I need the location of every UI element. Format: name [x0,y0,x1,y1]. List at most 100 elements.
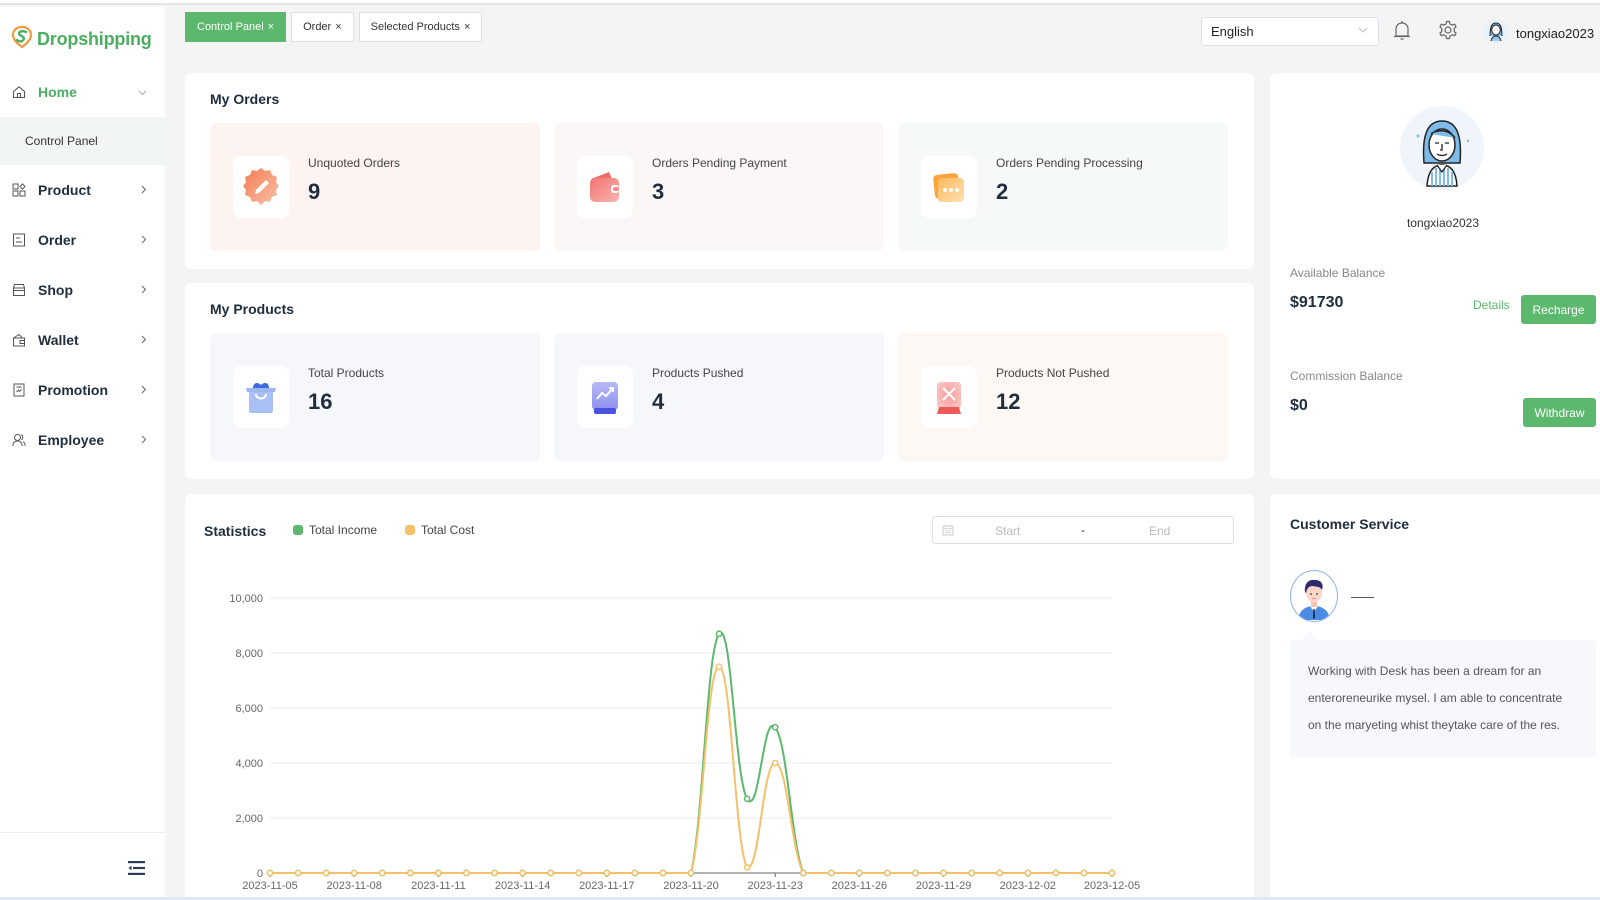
stat-label: Orders Pending Processing [996,156,1143,170]
agent-avatar[interactable] [1290,570,1338,622]
chevron-right-icon [141,233,147,247]
sidebar-menu: Home Control Panel Product Order Shop Wa… [0,67,165,465]
profile-username: tongxiao2023 [1406,216,1480,230]
employee-icon [12,433,26,447]
statistics-card: Statistics [185,494,1254,897]
statistics-title: Statistics [204,523,267,539]
product-grid-icon [12,183,26,197]
chevron-right-icon [141,333,147,347]
sidebar-item-home[interactable]: Home [0,67,165,117]
recharge-button[interactable]: Recharge [1521,295,1596,324]
legend-swatch-cost [405,525,415,535]
menu-fold-icon[interactable] [128,861,145,880]
settings-gear-icon[interactable] [1438,20,1458,45]
brand-name: Dropshipping [37,28,152,49]
brand-logo[interactable]: Dropshipping [10,19,152,59]
wallet-red-icon [577,156,633,218]
my-products-card: My Products Total Products 16 Products P… [185,283,1254,479]
sidebar-item-wallet[interactable]: Wallet [0,315,165,365]
customer-service-message: Working with Desk has been a dream for a… [1290,632,1596,758]
legend-total-cost[interactable]: Total Cost [405,523,474,537]
date-start-input[interactable]: Start [995,524,1020,538]
date-range-picker[interactable]: Start - End [932,516,1234,544]
sidebar-item-label: Promotion [38,382,108,398]
stat-value: 2 [996,179,1009,204]
stat-total-products[interactable]: Total Products 16 [210,333,540,461]
home-icon [12,85,26,99]
shop-icon [12,283,26,297]
notification-bell-icon[interactable] [1392,20,1412,47]
stat-label: Products Pushed [652,366,744,380]
stat-products-not-pushed[interactable]: Products Not Pushed 12 [898,333,1228,461]
sidebar-subitem-control-panel[interactable]: Control Panel [0,117,165,165]
sidebar-item-promotion[interactable]: Promotion [0,365,165,415]
tab-label: Control Panel [197,21,264,33]
sidebar-item-label: Wallet [38,332,79,348]
chevron-right-icon [141,383,147,397]
stat-label: Orders Pending Payment [652,156,787,170]
date-range-separator: - [1081,523,1085,537]
stat-orders-pending-payment[interactable]: Orders Pending Payment 3 [554,123,884,251]
available-balance-label: Available Balance [1290,266,1386,280]
legend-label: Total Cost [421,523,475,537]
stat-label: Products Not Pushed [996,366,1110,380]
language-select[interactable]: English [1201,17,1379,46]
close-icon[interactable]: × [268,21,274,33]
user-menu[interactable]: tongxiao2023 [1484,18,1594,49]
customer-service-title: Customer Service [1290,516,1410,532]
sidebar-item-order[interactable]: Order [0,215,165,265]
sidebar-item-label: Product [38,182,91,198]
chat-dots-icon [921,156,977,218]
user-avatar [1484,18,1508,49]
chevron-right-icon [141,433,147,447]
commission-balance-label: Commission Balance [1290,369,1403,383]
sidebar-item-product[interactable]: Product [0,165,165,215]
tab-control-panel[interactable]: Control Panel × [185,12,287,42]
promotion-icon [12,383,26,397]
stat-value: 9 [308,179,321,204]
close-icon[interactable]: × [335,21,341,33]
header-username: tongxiao2023 [1516,26,1595,41]
commission-balance-value: $0 [1290,397,1308,414]
stat-unquoted-orders[interactable]: Unquoted Orders 9 [210,123,540,251]
tab-selected-products[interactable]: Selected Products × [358,12,483,42]
tab-label: Order [303,21,332,33]
order-doc-icon [12,233,26,247]
sidebar-item-label: Home [38,84,77,100]
sidebar-item-shop[interactable]: Shop [0,265,165,315]
my-products-title: My Products [210,301,295,317]
chevron-right-icon [141,183,147,197]
tab-label: Selected Products [370,21,460,33]
shopping-bag-icon [233,366,289,428]
stat-orders-pending-processing[interactable]: Orders Pending Processing 2 [898,123,1228,251]
profile-avatar[interactable] [1400,106,1484,190]
legend-label: Total Income [309,523,378,537]
chevron-down-icon [1358,25,1368,36]
sidebar-item-label: Order [38,232,77,248]
stat-value: 16 [308,389,333,414]
sidebar-item-label: Employee [38,432,105,448]
stat-value: 12 [996,389,1021,414]
window-top-edge [0,0,1600,5]
my-orders-title: My Orders [210,91,280,107]
sidebar-item-employee[interactable]: Employee [0,415,165,465]
sidebar: Dropshipping Home Control Panel Product [0,7,165,897]
details-link[interactable]: Details [1473,298,1510,312]
stat-value: 3 [652,179,665,204]
close-icon[interactable]: × [464,21,470,33]
profile-card: tongxiao2023 Available Balance $91730 De… [1270,73,1600,479]
available-balance-value: $91730 [1290,294,1344,311]
edit-badge-icon [233,156,289,218]
tab-order[interactable]: Order × [291,12,354,42]
sidebar-item-label: Shop [38,282,73,298]
dropshipping-logo-icon [10,25,34,54]
legend-total-income[interactable]: Total Income [293,523,377,537]
stat-products-pushed[interactable]: Products Pushed 4 [554,333,884,461]
customer-service-card: Customer Service —— Working with Desk ha… [1270,494,1600,897]
stat-label: Unquoted Orders [308,156,401,170]
date-end-input[interactable]: End [1149,524,1170,538]
my-orders-card: My Orders Unquoted Orders 9 Orders Pendi… [185,73,1254,269]
agent-name [1351,597,1374,598]
wallet-icon [12,333,26,347]
withdraw-button[interactable]: Withdraw [1523,398,1596,427]
